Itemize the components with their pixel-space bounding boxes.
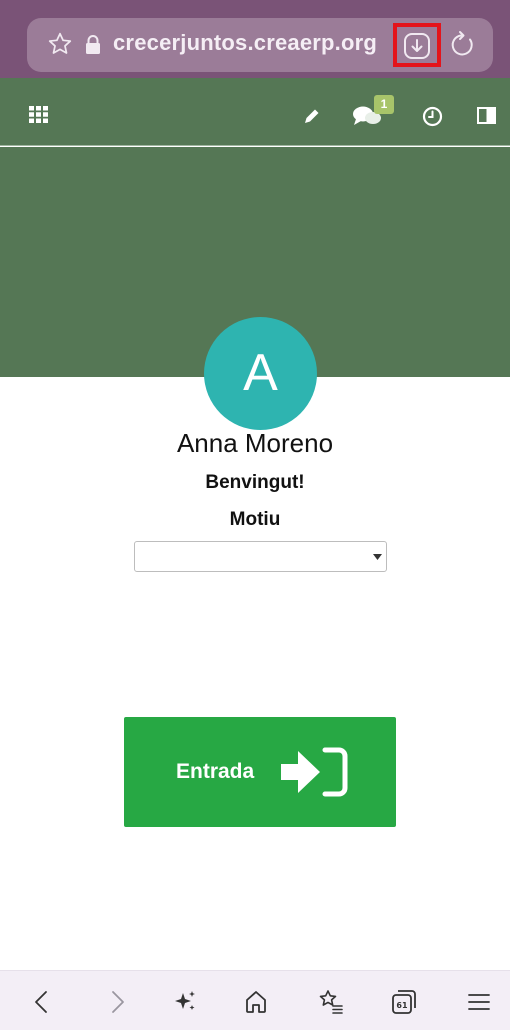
tab-count: 61 [396, 1001, 408, 1010]
entry-button[interactable]: Entrada [124, 717, 396, 827]
reason-label: Motiu [229, 509, 281, 530]
apps-grid-icon[interactable] [29, 106, 48, 123]
user-name: Anna Moreno [176, 428, 334, 458]
forward-icon[interactable] [104, 989, 130, 1015]
bookmark-star-icon[interactable] [47, 31, 73, 57]
download-highlight[interactable] [393, 23, 441, 67]
avatar: A [204, 317, 317, 430]
sign-in-icon [281, 747, 348, 797]
pencil-icon[interactable] [302, 106, 322, 126]
browser-bottom-nav: 61 [0, 970, 510, 1030]
reload-icon[interactable] [449, 30, 477, 60]
welcome-text: Benvingut! [205, 472, 305, 493]
download-icon[interactable] [403, 32, 431, 60]
reason-select[interactable] [134, 541, 387, 572]
url-field[interactable]: crecerjuntos.creaerp.org [27, 18, 493, 72]
app-toolbar: 1 [0, 78, 510, 146]
browser-address-bar: crecerjuntos.creaerp.org [0, 0, 510, 78]
url-text[interactable]: crecerjuntos.creaerp.org [113, 30, 377, 56]
chevron-down-icon [373, 554, 382, 560]
page: crecerjuntos.creaerp.org 1 A Anna Moreno… [0, 0, 510, 1030]
panel-icon[interactable] [477, 107, 496, 124]
chat-unread-badge: 1 [374, 95, 394, 114]
sparkle-icon[interactable] [172, 989, 198, 1015]
menu-icon[interactable] [466, 989, 492, 1015]
home-icon[interactable] [243, 989, 269, 1015]
back-icon[interactable] [29, 989, 55, 1015]
bookmarks-icon[interactable] [318, 989, 344, 1015]
clock-icon[interactable] [422, 106, 443, 127]
entry-button-label: Entrada [176, 760, 255, 783]
tabs-icon[interactable]: 61 [391, 989, 417, 1015]
lock-icon[interactable] [84, 34, 102, 56]
